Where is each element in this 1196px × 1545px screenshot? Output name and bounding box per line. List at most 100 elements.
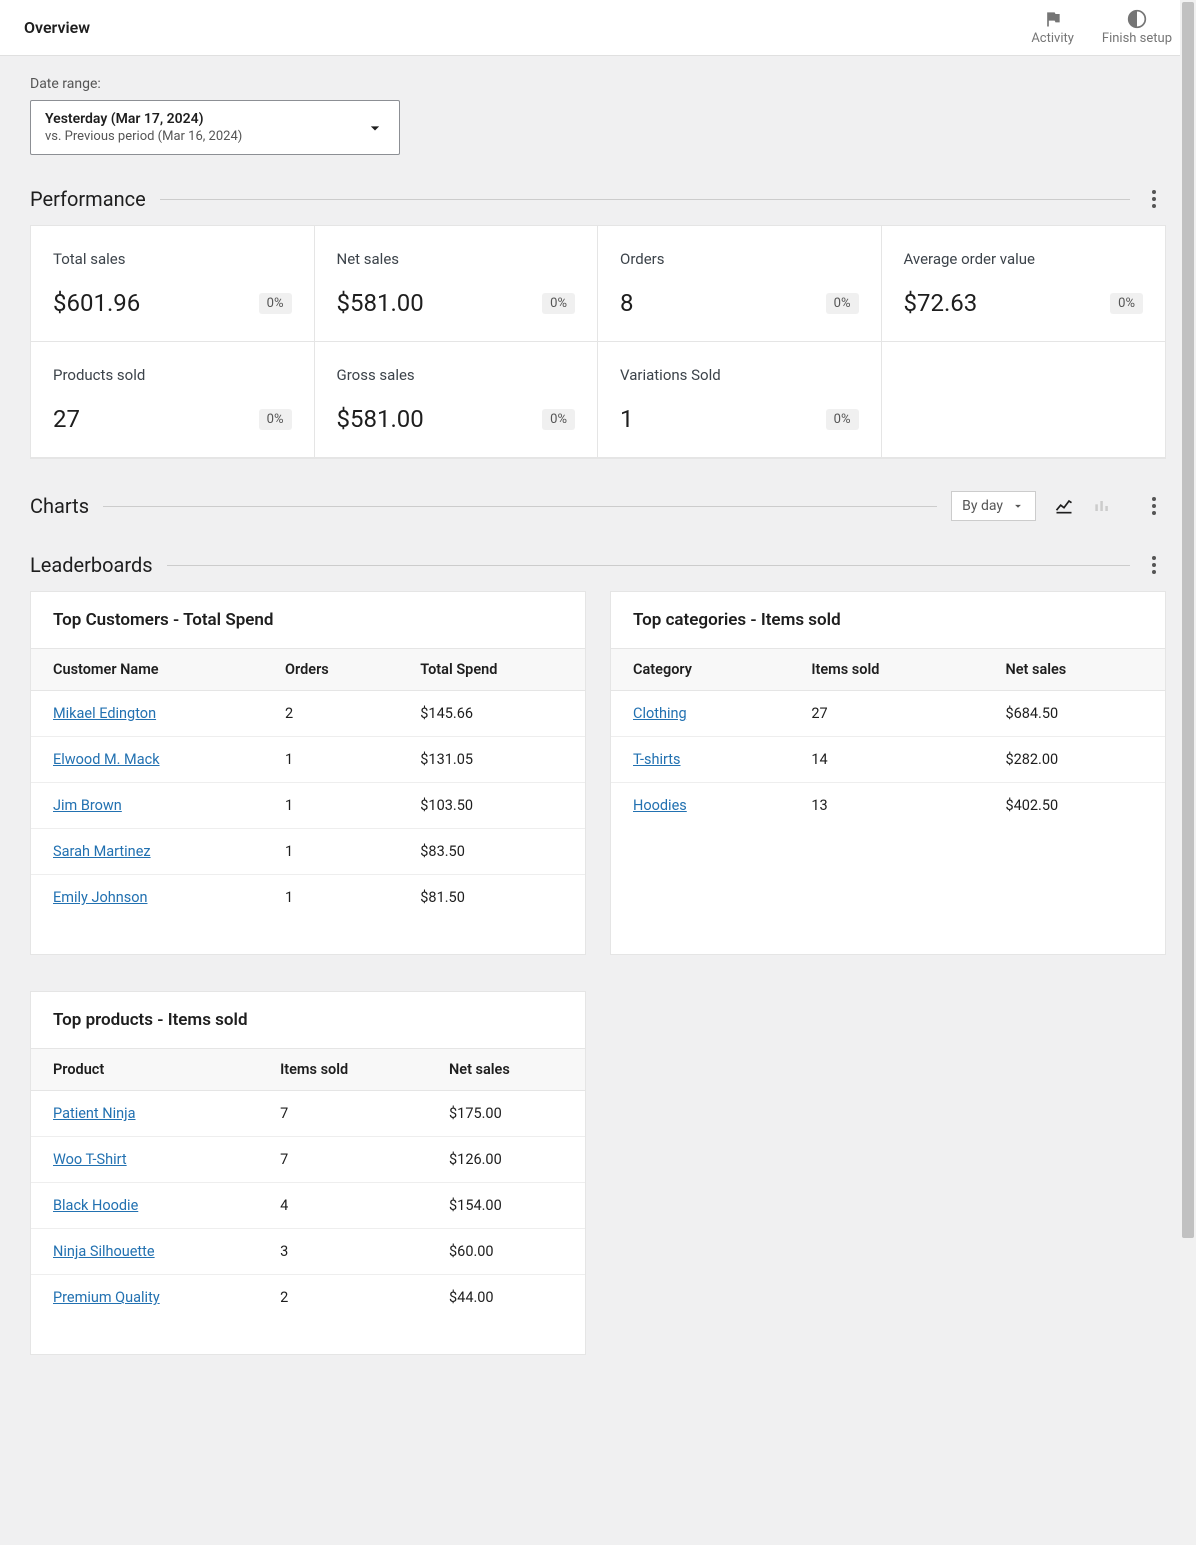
performance-menu-button[interactable] <box>1142 190 1166 208</box>
table-header: Category <box>611 649 789 691</box>
table-cell: 1 <box>263 737 398 783</box>
date-range-label: Date range: <box>30 76 1166 92</box>
table-link[interactable]: Emily Johnson <box>53 889 148 906</box>
table-header: Customer Name <box>31 649 263 691</box>
leaderboards-title: Leaderboards <box>30 553 153 577</box>
performance-value: $601.96 <box>53 289 140 317</box>
leaderboards-grid: Top Customers - Total Spend Customer Nam… <box>30 591 1166 955</box>
table-cell: Ninja Silhouette <box>31 1229 258 1275</box>
date-range-secondary: vs. Previous period (Mar 16, 2024) <box>45 129 242 144</box>
table-cell: Jim Brown <box>31 783 263 829</box>
table-row: Patient Ninja7$175.00 <box>31 1091 585 1137</box>
performance-tile-empty <box>882 342 1166 458</box>
main-content: Date range: Yesterday (Mar 17, 2024) vs.… <box>0 56 1196 1395</box>
table-link[interactable]: Jim Brown <box>53 797 122 814</box>
table-row: T-shirts14$282.00 <box>611 737 1165 783</box>
performance-value: $72.63 <box>904 289 978 317</box>
table-cell: 13 <box>789 783 983 829</box>
activity-label: Activity <box>1031 31 1074 46</box>
chart-interval-label: By day <box>962 498 1003 514</box>
performance-value: 1 <box>620 405 634 433</box>
top-categories-table: CategoryItems soldNet sales Clothing27$6… <box>611 648 1165 828</box>
line-chart-icon[interactable] <box>1054 496 1074 516</box>
table-link[interactable]: Clothing <box>633 705 687 722</box>
top-customers-title: Top Customers - Total Spend <box>31 592 585 648</box>
table-cell: Emily Johnson <box>31 875 263 921</box>
table-row: Mikael Edington 2$145.66 <box>31 691 585 737</box>
performance-delta-badge: 0% <box>259 409 292 430</box>
table-cell: $44.00 <box>427 1275 585 1321</box>
chevron-down-icon <box>1011 499 1025 513</box>
table-cell: $175.00 <box>427 1091 585 1137</box>
performance-tile[interactable]: Gross sales $581.00 0% <box>315 342 599 458</box>
table-link[interactable]: Ninja Silhouette <box>53 1243 155 1260</box>
performance-title: Performance <box>30 187 146 211</box>
table-cell: Mikael Edington <box>31 691 263 737</box>
bar-chart-icon[interactable] <box>1092 496 1112 516</box>
charts-menu-button[interactable] <box>1142 497 1166 515</box>
table-cell: Elwood M. Mack <box>31 737 263 783</box>
table-row: Ninja Silhouette3$60.00 <box>31 1229 585 1275</box>
section-divider <box>167 565 1130 566</box>
table-cell: Woo T-Shirt <box>31 1137 258 1183</box>
table-cell: 2 <box>263 691 398 737</box>
table-link[interactable]: Sarah Martinez <box>53 843 151 860</box>
performance-label: Total sales <box>53 250 292 268</box>
table-row: Woo T-Shirt7$126.00 <box>31 1137 585 1183</box>
date-range-picker[interactable]: Yesterday (Mar 17, 2024) vs. Previous pe… <box>30 100 400 155</box>
table-link[interactable]: Premium Quality <box>53 1289 160 1306</box>
table-cell: Premium Quality <box>31 1275 258 1321</box>
table-cell: 4 <box>258 1183 427 1229</box>
leaderboards-grid-2: Top products - Items sold ProductItems s… <box>30 991 1166 1355</box>
table-row: Hoodies13$402.50 <box>611 783 1165 829</box>
vertical-scrollbar[interactable] <box>1180 0 1196 1545</box>
performance-label: Average order value <box>904 250 1144 268</box>
performance-tile[interactable]: Products sold 27 0% <box>31 342 315 458</box>
table-cell: Clothing <box>611 691 789 737</box>
activity-button[interactable]: Activity <box>1031 9 1074 46</box>
chart-interval-select[interactable]: By day <box>951 491 1036 521</box>
performance-grid: Total sales $601.96 0% Net sales $581.00… <box>30 225 1166 459</box>
table-row: Black Hoodie4$154.00 <box>31 1183 585 1229</box>
table-link[interactable]: Woo T-Shirt <box>53 1151 127 1168</box>
performance-delta-badge: 0% <box>542 409 575 430</box>
table-header: Net sales <box>983 649 1165 691</box>
leaderboards-menu-button[interactable] <box>1142 556 1166 574</box>
table-link[interactable]: Elwood M. Mack <box>53 751 160 768</box>
table-row: Emily Johnson 1$81.50 <box>31 875 585 921</box>
performance-value: $581.00 <box>337 289 424 317</box>
table-cell: Black Hoodie <box>31 1183 258 1229</box>
table-cell: $81.50 <box>398 875 585 921</box>
table-cell: $60.00 <box>427 1229 585 1275</box>
table-cell: $126.00 <box>427 1137 585 1183</box>
half-circle-icon <box>1127 9 1147 29</box>
table-link[interactable]: T-shirts <box>633 751 681 768</box>
performance-tile[interactable]: Variations Sold 1 0% <box>598 342 882 458</box>
finish-setup-button[interactable]: Finish setup <box>1102 9 1172 46</box>
table-row: Elwood M. Mack 1$131.05 <box>31 737 585 783</box>
leaderboards-section-header: Leaderboards <box>30 553 1166 577</box>
table-cell: 1 <box>263 875 398 921</box>
performance-tile[interactable]: Total sales $601.96 0% <box>31 226 315 342</box>
table-cell: $145.66 <box>398 691 585 737</box>
table-row: Jim Brown1$103.50 <box>31 783 585 829</box>
table-link[interactable]: Mikael Edington <box>53 705 156 722</box>
table-row: Clothing27$684.50 <box>611 691 1165 737</box>
performance-tile[interactable]: Orders 8 0% <box>598 226 882 342</box>
chevron-down-icon <box>365 118 385 138</box>
performance-section-header: Performance <box>30 187 1166 211</box>
table-header: Orders <box>263 649 398 691</box>
top-products-table: ProductItems soldNet sales Patient Ninja… <box>31 1048 585 1320</box>
table-cell: $131.05 <box>398 737 585 783</box>
table-link[interactable]: Patient Ninja <box>53 1105 136 1122</box>
header-actions: Activity Finish setup <box>1031 9 1172 46</box>
performance-tile[interactable]: Average order value $72.63 0% <box>882 226 1166 342</box>
page-header: Overview Activity Finish setup <box>0 0 1196 56</box>
performance-tile[interactable]: Net sales $581.00 0% <box>315 226 599 342</box>
performance-value: $581.00 <box>337 405 424 433</box>
top-products-card: Top products - Items sold ProductItems s… <box>30 991 586 1355</box>
table-cell: 2 <box>258 1275 427 1321</box>
scrollbar-thumb[interactable] <box>1182 2 1194 1238</box>
table-link[interactable]: Black Hoodie <box>53 1197 138 1214</box>
table-link[interactable]: Hoodies <box>633 797 687 814</box>
